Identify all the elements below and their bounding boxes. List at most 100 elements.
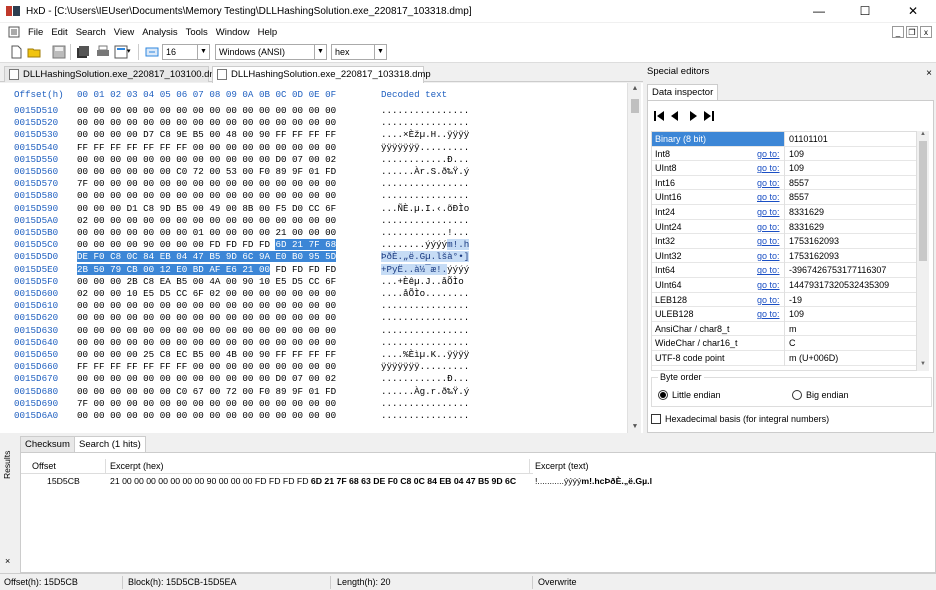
tab-document-103318[interactable]: DLLHashingSolution.exe_220817_103318.dmp [212,66,431,83]
inspector-row[interactable]: UInt8 go to: 109 [652,161,916,176]
inspector-row[interactable]: UInt32 go to: 1753162093 [652,248,916,264]
text-column-header[interactable]: Excerpt (text) [535,461,589,471]
mdi-restore-button[interactable]: ❐ [906,26,918,38]
new-file-icon[interactable] [9,45,23,59]
inspector-value[interactable]: 8331629 [789,220,824,234]
menu-file[interactable]: File [24,27,47,38]
goto-link[interactable]: go to: [757,190,780,204]
inspector-row[interactable]: Binary (8 bit) 01101101 [652,132,916,147]
inspector-value[interactable]: 109 [789,307,804,321]
inspector-scrollbar[interactable]: ▲ ▼ [917,131,929,371]
row-bytes: FF FF FF FF FF FF FF 00 00 00 00 00 00 0… [77,361,337,373]
scroll-up-icon[interactable]: ▲ [917,131,929,137]
scroll-down-icon[interactable]: ▼ [917,361,929,367]
next-icon[interactable] [688,111,698,121]
inspector-value[interactable]: 1753162093 [789,249,839,263]
offset-column-header[interactable]: Offset [32,461,56,471]
result-hex-excerpt: 21 00 00 00 00 00 00 00 90 00 00 00 FD F… [110,476,516,486]
goto-link[interactable]: go to: [757,176,780,190]
goto-link[interactable]: go to: [757,307,780,321]
inspector-value[interactable]: 8331629 [789,205,824,219]
inspector-value[interactable]: m (U+006D) [789,351,838,365]
little-endian-radio[interactable]: Little endian [658,390,721,400]
goto-link[interactable]: go to: [757,147,780,161]
inspector-value[interactable]: 109 [789,147,804,161]
menu-window[interactable]: Window [212,27,254,38]
inspector-row[interactable]: UInt16 go to: 8557 [652,190,916,205]
inspector-value[interactable]: -3967426753177116307 [789,263,886,277]
inspector-row[interactable]: ULEB128 go to: 109 [652,307,916,322]
goto-link[interactable]: go to: [757,161,780,175]
tab-document-103100[interactable]: DLLHashingSolution.exe_220817_103100.dmp [4,66,223,82]
offset-base-select[interactable]: hex ▼ [331,44,387,60]
goto-link[interactable]: go to: [757,263,780,277]
hex-editor[interactable]: Offset(h) 00 01 02 03 04 05 06 07 08 09 … [0,83,643,433]
menu-help[interactable]: Help [254,27,282,38]
inspector-value[interactable]: m [789,322,797,336]
inspector-row[interactable]: WideChar / char16_t C [652,336,916,351]
inspector-value[interactable]: 1753162093 [789,234,839,248]
inspector-row[interactable]: Int24 go to: 8331629 [652,205,916,220]
first-icon[interactable] [654,111,664,121]
menu-edit[interactable]: Edit [47,27,71,38]
inspector-value[interactable]: 8557 [789,190,809,204]
charset-select[interactable]: Windows (ANSI) ▼ [215,44,327,60]
offset-base-value: hex [335,47,350,57]
document-icon[interactable] [8,26,20,38]
inspector-row[interactable]: Int8 go to: 109 [652,146,916,162]
goto-link[interactable]: go to: [757,205,780,219]
scroll-thumb[interactable] [919,141,927,261]
maximize-button[interactable]: ☐ [842,0,888,22]
tab-data-inspector[interactable]: Data inspector [647,84,719,100]
properties-icon[interactable] [114,45,128,59]
inspector-row[interactable]: UInt24 go to: 8331629 [652,219,916,235]
goto-link[interactable]: go to: [757,249,780,263]
row-offset: 0015D5E0 [14,263,59,275]
previous-icon[interactable] [670,111,680,121]
inspector-row[interactable]: Int16 go to: 8557 [652,175,916,191]
menu-search[interactable]: Search [72,27,110,38]
open-folder-icon[interactable] [27,45,41,59]
last-icon[interactable] [704,111,714,121]
tab-checksum[interactable]: Checksum [20,436,75,452]
inspector-row[interactable]: UTF-8 code point m (U+006D) [652,351,916,366]
goto-link[interactable]: go to: [757,278,780,292]
mdi-minimize-button[interactable]: _ [892,26,904,38]
tab-search-results[interactable]: Search (1 hits) [74,436,146,452]
inspector-row[interactable]: Int64 go to: -3967426753177116307 [652,263,916,278]
mdi-close-button[interactable]: x [920,26,932,38]
scroll-down-icon[interactable]: ▼ [628,421,642,433]
inspector-value[interactable]: 8557 [789,176,809,190]
close-icon[interactable]: × [5,556,10,566]
properties-dropdown-arrow[interactable]: ▾ [127,47,131,55]
goto-link[interactable]: go to: [757,293,780,307]
print-icon[interactable] [96,45,110,59]
menu-view[interactable]: View [110,27,138,38]
inspector-row[interactable]: AnsiChar / char8_t m [652,321,916,337]
close-icon[interactable]: × [926,66,932,82]
save-all-icon[interactable] [76,45,90,59]
inspector-row[interactable]: Int32 go to: 1753162093 [652,234,916,249]
menu-tools[interactable]: Tools [182,27,212,38]
hex-scrollbar[interactable]: ▲ ▼ [627,83,641,433]
hex-column-header[interactable]: Excerpt (hex) [110,461,164,471]
row-text: ............Ð... [381,153,470,165]
inspector-value[interactable]: 14479317320532435309 [789,278,889,292]
big-endian-radio[interactable]: Big endian [792,390,849,400]
bytes-per-row-select[interactable]: 16 ▼ [162,44,210,60]
hex-basis-checkbox[interactable]: Hexadecimal basis (for integral numbers) [651,414,829,424]
inspector-value[interactable]: C [789,336,796,350]
scroll-up-icon[interactable]: ▲ [628,83,642,95]
scroll-thumb[interactable] [631,99,639,113]
goto-link[interactable]: go to: [757,234,780,248]
inspector-value[interactable]: -19 [789,293,802,307]
save-icon[interactable] [52,45,66,59]
minimize-button[interactable]: — [796,0,842,22]
inspector-value[interactable]: 109 [789,161,804,175]
goto-link[interactable]: go to: [757,220,780,234]
close-button[interactable]: ✕ [890,0,936,22]
menu-analysis[interactable]: Analysis [138,27,181,38]
inspector-row[interactable]: LEB128 go to: -19 [652,292,916,308]
inspector-row[interactable]: UInt64 go to: 14479317320532435309 [652,278,916,293]
inspector-value[interactable]: 01101101 [789,132,828,146]
